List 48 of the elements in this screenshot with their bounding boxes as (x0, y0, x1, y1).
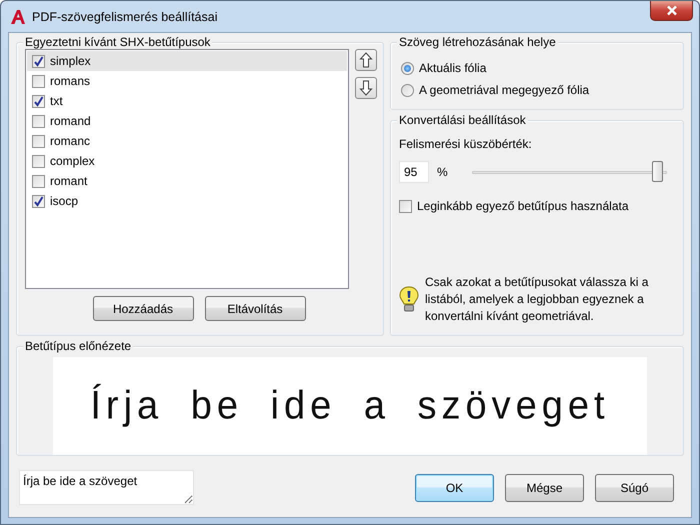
dialog-button[interactable]: OK (415, 474, 494, 502)
preview-text: Írja be ide a szöveget (90, 383, 610, 429)
list-item[interactable]: romant (27, 171, 347, 191)
arrow-up-icon (359, 52, 373, 68)
slider-thumb[interactable] (652, 161, 664, 182)
list-item[interactable]: complex (27, 151, 347, 171)
list-item[interactable]: simplex (27, 51, 347, 71)
move-up-button[interactable] (355, 49, 377, 71)
list-item[interactable]: isocp (27, 191, 347, 211)
remove-button[interactable]: Eltávolítás (204, 296, 306, 321)
sample-text-field[interactable]: Írja be ide a szöveget (19, 470, 194, 505)
list-item[interactable]: txt (27, 91, 347, 111)
list-item[interactable]: romans (27, 71, 347, 91)
checkbox[interactable] (32, 154, 45, 168)
window-title: PDF-szövegfelismerés beállításai (32, 10, 218, 24)
percent-label: % (437, 165, 448, 179)
close-button[interactable] (650, 1, 693, 21)
checkbox-label[interactable]: Leginkább egyező betűtípus használata (417, 199, 628, 213)
threshold-input[interactable]: 95 (399, 161, 429, 183)
dialog-button[interactable]: Súgó (595, 474, 674, 502)
group-title: Konvertálási beállítások (399, 113, 526, 127)
radio-label[interactable]: Aktuális fólia (419, 61, 486, 75)
radio-label[interactable]: A geometriával megegyező fólia (419, 83, 590, 97)
threshold-label: Felismerési küszöbérték: (399, 137, 533, 151)
app-logo-icon (10, 8, 26, 24)
checkbox[interactable] (32, 134, 45, 148)
checkbox[interactable] (32, 114, 45, 128)
dialog-button[interactable]: Mégse (505, 474, 584, 502)
move-down-button[interactable] (355, 77, 377, 99)
checkbox[interactable] (32, 194, 45, 208)
lightbulb-icon (399, 286, 419, 314)
list-item[interactable]: romand (27, 111, 347, 131)
close-icon (666, 5, 678, 16)
checkbox[interactable] (32, 54, 45, 68)
group-title: Egyeztetni kívánt SHX-betűtípusok (25, 35, 210, 49)
group-title: Szöveg létrehozásának helye (399, 35, 556, 49)
add-button[interactable]: Hozzáadás (92, 296, 194, 321)
checkbox[interactable] (399, 200, 412, 212)
list-item[interactable]: romanc (27, 131, 347, 151)
tip-text: Csak azokat a betűtípusokat válassza ki a listából, amelyek a legjobban egyeznek a konvertálni kívánt geometriával. (425, 274, 650, 325)
threshold-slider[interactable] (472, 161, 667, 183)
radio-button[interactable] (401, 84, 414, 96)
checkbox[interactable] (32, 94, 45, 108)
group-title: Betűtípus előnézete (25, 339, 132, 353)
checkbox[interactable] (32, 74, 45, 88)
checkbox[interactable] (32, 174, 45, 188)
arrow-down-icon (359, 80, 373, 96)
radio-button[interactable] (401, 62, 414, 74)
